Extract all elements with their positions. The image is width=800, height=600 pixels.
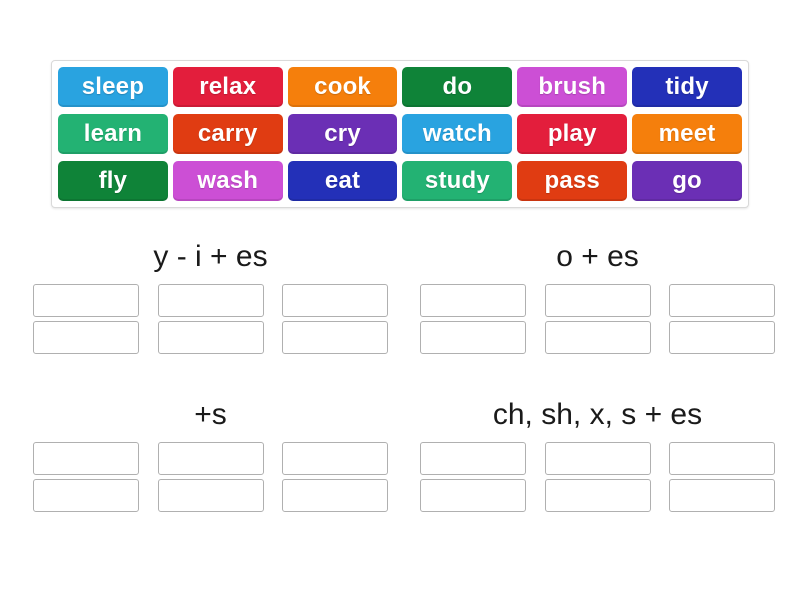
- drop-slot[interactable]: [157, 442, 264, 475]
- drop-slot[interactable]: [157, 321, 264, 354]
- word-tile-tidy[interactable]: tidy: [632, 67, 742, 107]
- word-tile-carry[interactable]: carry: [172, 114, 283, 154]
- drop-slot[interactable]: [33, 284, 139, 317]
- word-tile-eat[interactable]: eat: [287, 161, 398, 201]
- word-tile-meet[interactable]: meet: [632, 114, 742, 154]
- word-bank-row: sleep relax cook do brush tidy: [58, 67, 742, 107]
- word-bank: sleep relax cook do brush tidy learn car…: [51, 60, 749, 208]
- slot-row: [420, 479, 775, 512]
- drop-slot[interactable]: [157, 284, 264, 317]
- drop-slot[interactable]: [420, 284, 526, 317]
- slot-row: [33, 284, 388, 317]
- drop-slot[interactable]: [669, 479, 775, 512]
- drop-slot[interactable]: [157, 479, 264, 512]
- word-tile-do[interactable]: do: [402, 67, 513, 107]
- word-tile-fly[interactable]: fly: [58, 161, 168, 201]
- sort-group-plus-s: +s: [33, 398, 388, 533]
- drop-slot[interactable]: [544, 479, 651, 512]
- drop-slot[interactable]: [420, 321, 526, 354]
- activity-canvas: sleep relax cook do brush tidy learn car…: [0, 0, 800, 600]
- word-bank-row: learn carry cry watch play meet: [58, 114, 742, 154]
- drop-slot[interactable]: [282, 442, 388, 475]
- drop-slot[interactable]: [669, 321, 775, 354]
- sort-group-o-es: o + es: [420, 240, 775, 375]
- word-tile-study[interactable]: study: [402, 161, 513, 201]
- drop-slot[interactable]: [282, 479, 388, 512]
- group-title: ch, sh, x, s + es: [492, 398, 703, 431]
- slot-row: [33, 321, 388, 354]
- drop-slot[interactable]: [544, 321, 651, 354]
- word-tile-pass[interactable]: pass: [517, 161, 628, 201]
- group-title: +s: [194, 398, 227, 431]
- group-title: o + es: [556, 240, 639, 273]
- drop-slot[interactable]: [544, 442, 651, 475]
- word-tile-sleep[interactable]: sleep: [58, 67, 168, 107]
- sort-group-y-i-es: y - i + es: [33, 240, 388, 375]
- word-tile-watch[interactable]: watch: [402, 114, 513, 154]
- group-title: y - i + es: [153, 240, 268, 273]
- drop-slot[interactable]: [544, 284, 651, 317]
- drop-slot[interactable]: [420, 442, 526, 475]
- drop-slot[interactable]: [420, 479, 526, 512]
- slot-row: [420, 321, 775, 354]
- slot-row: [420, 284, 775, 317]
- drop-slot[interactable]: [33, 442, 139, 475]
- word-tile-learn[interactable]: learn: [58, 114, 168, 154]
- word-tile-brush[interactable]: brush: [517, 67, 628, 107]
- slot-row: [420, 442, 775, 475]
- drop-slot[interactable]: [282, 321, 388, 354]
- word-tile-wash[interactable]: wash: [172, 161, 283, 201]
- slot-row: [33, 479, 388, 512]
- drop-slot[interactable]: [33, 321, 139, 354]
- drop-slot[interactable]: [669, 284, 775, 317]
- sort-group-ch-sh-x-s-es: ch, sh, x, s + es: [420, 398, 775, 533]
- word-tile-relax[interactable]: relax: [172, 67, 283, 107]
- drop-slot[interactable]: [669, 442, 775, 475]
- drop-slot[interactable]: [282, 284, 388, 317]
- word-bank-row: fly wash eat study pass go: [58, 161, 742, 201]
- word-tile-play[interactable]: play: [517, 114, 628, 154]
- word-tile-cry[interactable]: cry: [287, 114, 398, 154]
- drop-slot[interactable]: [33, 479, 139, 512]
- slot-row: [33, 442, 388, 475]
- word-tile-cook[interactable]: cook: [287, 67, 398, 107]
- word-tile-go[interactable]: go: [632, 161, 742, 201]
